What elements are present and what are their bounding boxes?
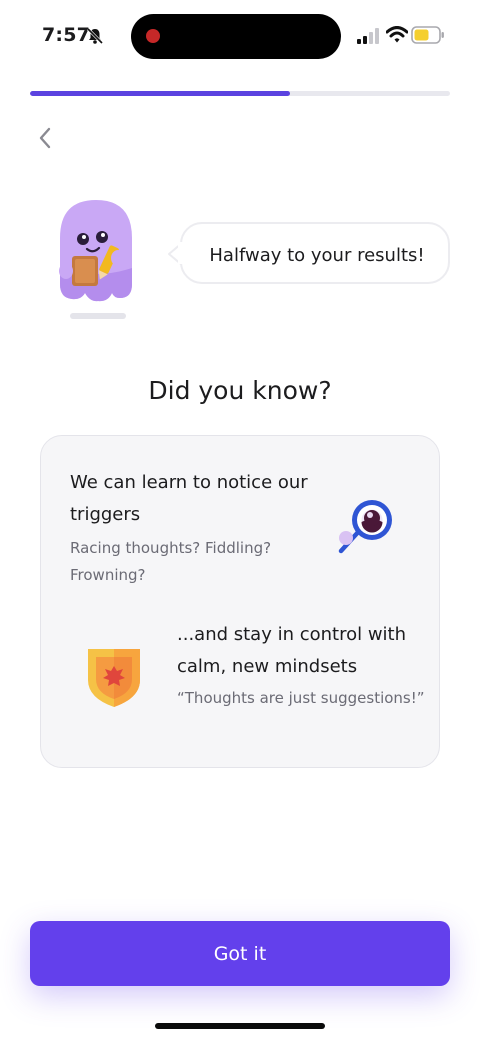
card-item-2-subtitle: “Thoughts are just suggestions!” — [177, 689, 425, 707]
wifi-icon — [386, 26, 408, 43]
speech-bubble-tail-cover — [178, 242, 184, 264]
speech-bubble-text: Halfway to your results! — [209, 244, 425, 266]
back-button[interactable] — [30, 122, 60, 154]
recording-indicator — [146, 29, 160, 43]
shield-icon — [88, 649, 140, 707]
ghost-mascot-illustration — [59, 200, 132, 319]
bell-slash-icon — [86, 27, 104, 45]
status-time: 7:57 — [42, 24, 91, 46]
progress-bar — [30, 91, 450, 96]
card-item-1-title: We can learn to notice our triggers — [70, 472, 308, 525]
magnifier-icon — [338, 500, 392, 554]
page-title: Did you know? — [148, 376, 332, 405]
cellular-signal-icon — [357, 28, 379, 44]
progress-bar-fill — [30, 91, 291, 96]
speech-bubble: Halfway to your results! — [180, 222, 450, 284]
card-item-1-subtitle: Racing thoughts? Fiddling? Frowning? — [70, 539, 272, 584]
dynamic-island — [131, 14, 341, 59]
home-indicator — [155, 1023, 325, 1029]
battery-icon — [411, 26, 444, 44]
got-it-button[interactable]: Got it — [30, 921, 450, 986]
card-item-2-title: ...and stay in control with calm, new mi… — [177, 624, 407, 677]
chevron-left-icon — [39, 127, 51, 149]
